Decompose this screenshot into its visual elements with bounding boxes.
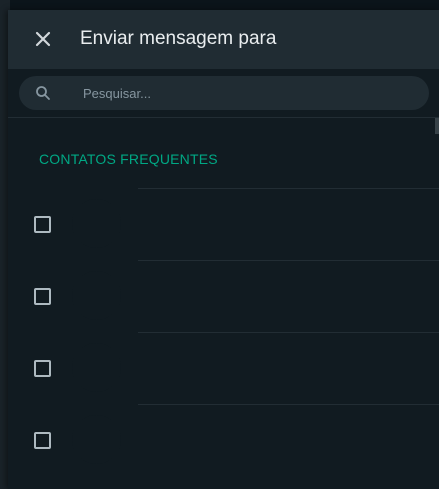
avatar — [72, 343, 121, 392]
section-title-frequent-contacts: CONTATOS FREQUENTES — [39, 151, 218, 167]
contact-checkbox[interactable] — [34, 432, 51, 449]
contact-checkbox[interactable] — [34, 360, 51, 377]
row-divider — [138, 332, 439, 333]
avatar — [72, 199, 121, 248]
row-divider — [138, 404, 439, 405]
contact-checkbox[interactable] — [34, 216, 51, 233]
dialog-header: Enviar mensagem para — [8, 10, 439, 69]
search-box[interactable] — [19, 76, 429, 110]
search-area — [8, 69, 439, 118]
contact-row[interactable] — [8, 332, 439, 404]
row-divider — [138, 260, 439, 261]
avatar — [72, 415, 121, 464]
contact-row[interactable] — [8, 260, 439, 332]
close-icon — [35, 31, 51, 47]
avatar — [72, 271, 121, 320]
dialog-title: Enviar mensagem para — [80, 28, 277, 49]
contact-row[interactable] — [8, 404, 439, 476]
search-input[interactable] — [83, 76, 413, 110]
contact-checkbox[interactable] — [34, 288, 51, 305]
scrollbar-thumb[interactable] — [435, 118, 439, 134]
forward-message-dialog: Enviar mensagem para CONTATOS FREQUENTES — [8, 10, 439, 489]
search-icon — [36, 86, 50, 100]
close-button[interactable] — [30, 26, 56, 52]
contact-row[interactable] — [8, 188, 439, 260]
row-divider — [138, 188, 439, 189]
